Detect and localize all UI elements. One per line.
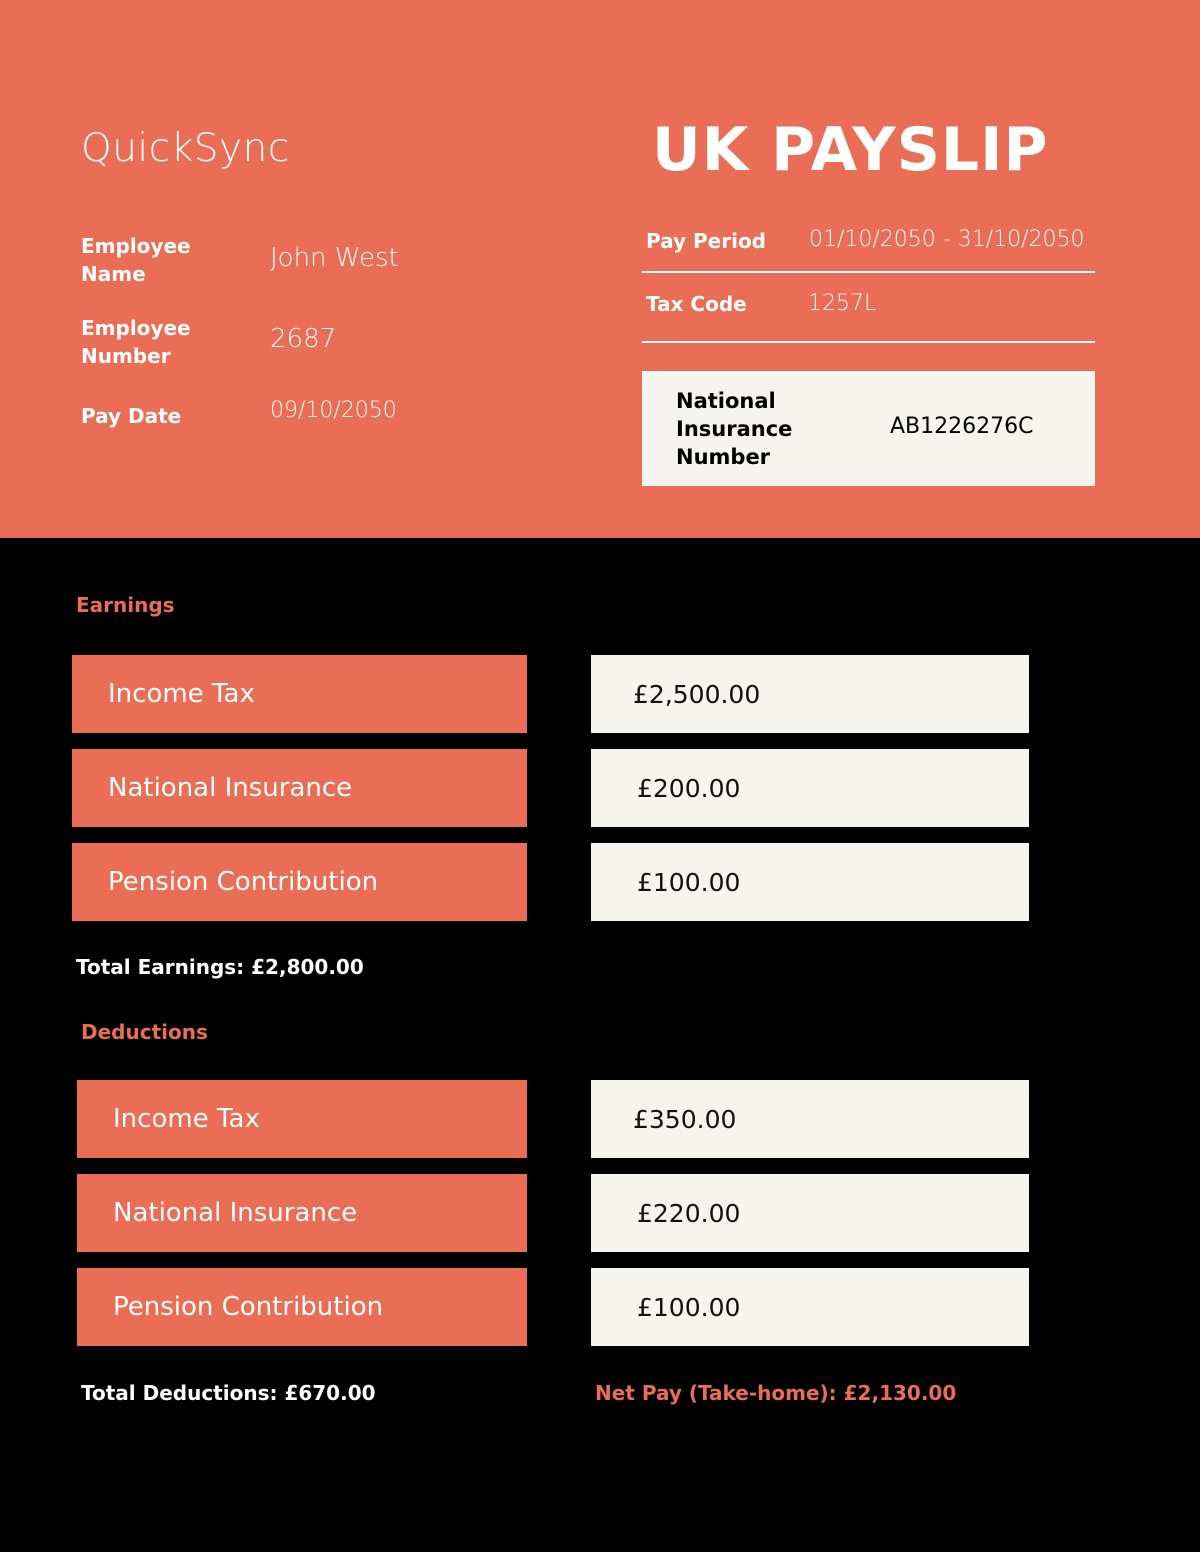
earnings-heading: Earnings — [76, 593, 175, 617]
total-deductions: Total Deductions: £670.00 — [81, 1381, 376, 1405]
pay-period-label: Pay Period — [646, 229, 766, 253]
deductions-row-label: Income Tax — [77, 1080, 527, 1158]
deductions-row-value: £220.00 — [591, 1174, 1029, 1252]
ni-number-panel: National Insurance Number AB1226276C — [642, 371, 1095, 486]
pay-period-value: 01/10/2050 - 31/10/2050 — [809, 227, 1085, 252]
pay-date-value: 09/10/2050 — [270, 398, 397, 423]
payslip-header: QuickSync UK PAYSLIP Employee Name John … — [0, 0, 1200, 538]
employee-name-label: Employee Name — [81, 234, 191, 286]
ni-number-label: National Insurance Number — [676, 389, 793, 469]
deductions-row-label: Pension Contribution — [77, 1268, 527, 1346]
earnings-row-value: £2,500.00 — [591, 655, 1029, 733]
employee-number-label: Employee Number — [81, 316, 191, 368]
employee-number-value: 2687 — [270, 324, 337, 354]
deductions-row-value: £350.00 — [591, 1080, 1029, 1158]
company-name: QuickSync — [81, 126, 290, 171]
net-pay: Net Pay (Take-home): £2,130.00 — [595, 1381, 957, 1405]
earnings-row-value: £100.00 — [591, 843, 1029, 921]
ni-number-value: AB1226276C — [890, 414, 1034, 439]
earnings-row-label: National Insurance — [72, 749, 527, 827]
divider — [642, 341, 1095, 343]
document-title: UK PAYSLIP — [652, 115, 1049, 185]
divider — [642, 271, 1095, 273]
deductions-heading: Deductions — [81, 1020, 208, 1044]
deductions-row-value: £100.00 — [591, 1268, 1029, 1346]
earnings-row-label: Pension Contribution — [72, 843, 527, 921]
total-earnings: Total Earnings: £2,800.00 — [76, 955, 364, 979]
deductions-row-label: National Insurance — [77, 1174, 527, 1252]
earnings-row-label: Income Tax — [72, 655, 527, 733]
tax-code-value: 1257L — [808, 291, 877, 316]
earnings-row-value: £200.00 — [591, 749, 1029, 827]
tax-code-label: Tax Code — [646, 292, 747, 316]
employee-name-value: John West — [270, 243, 399, 273]
pay-date-label: Pay Date — [81, 404, 182, 428]
